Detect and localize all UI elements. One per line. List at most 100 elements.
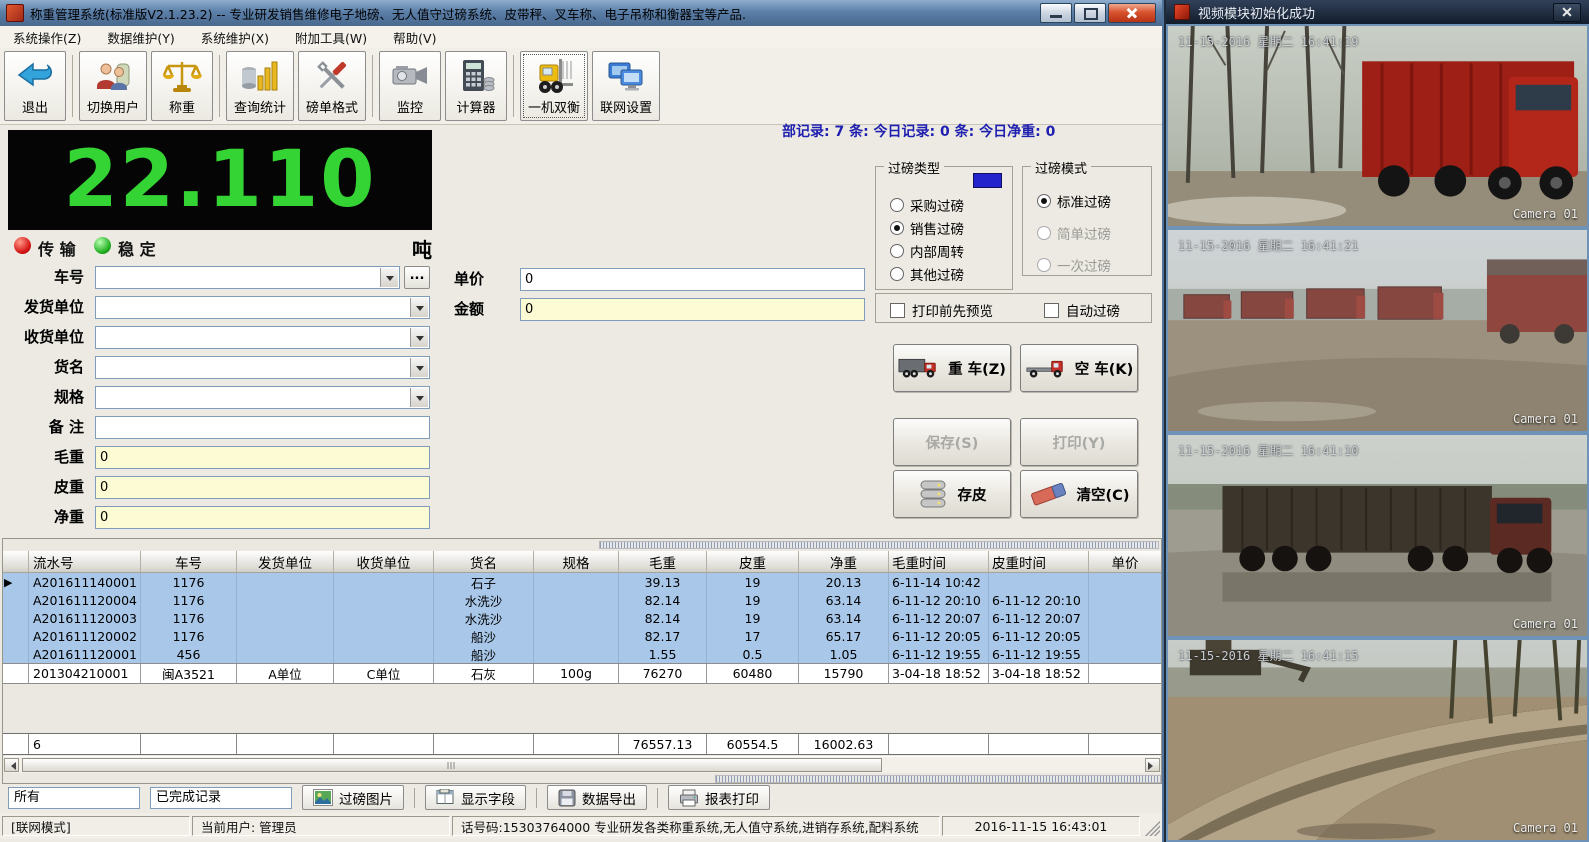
menu-data[interactable]: 数据维护(Y) xyxy=(94,25,187,50)
store-tare-button[interactable]: 存皮 xyxy=(893,470,1011,518)
table-bottom-scrollbar[interactable] xyxy=(715,775,1161,783)
column-header[interactable]: 规格 xyxy=(534,551,619,573)
table-row[interactable]: A2016111200021176船沙82.171765.176-11-12 2… xyxy=(3,627,1161,645)
chevron-down-icon[interactable] xyxy=(410,358,428,377)
camera-feed-2[interactable]: 11-15-2016 星期二 16:41:21 Camera 01 xyxy=(1166,228,1589,433)
menu-tools[interactable]: 附加工具(W) xyxy=(282,25,380,50)
radio-sale[interactable]: 销售过磅 xyxy=(890,218,964,238)
column-header[interactable]: 净重 xyxy=(799,551,889,573)
column-header[interactable]: 收货单位 xyxy=(334,551,434,573)
camera-feed-1[interactable]: 11-15-2016 星期二 16:41:19 Camera 01 xyxy=(1166,24,1589,228)
toolbar: 退出 切换用户 xyxy=(0,48,1162,125)
horizontal-scrollbar[interactable] xyxy=(4,756,1160,773)
network-settings-button[interactable]: 联网设置 xyxy=(592,51,660,121)
column-header[interactable]: 车号 xyxy=(141,551,237,573)
data-export-button[interactable]: 数据导出 xyxy=(547,785,647,810)
weigh-button[interactable]: 称重 xyxy=(151,51,213,121)
gross-weight-input[interactable] xyxy=(95,446,430,469)
column-header[interactable]: 毛重 xyxy=(619,551,707,573)
chevron-down-icon[interactable] xyxy=(410,388,428,407)
status-datetime: 2016-11-15 16:43:01 xyxy=(942,816,1140,836)
column-header[interactable]: 货名 xyxy=(434,551,534,573)
weigh-mode-group: 过磅模式 标准过磅 简单过磅 一次过磅 xyxy=(1022,166,1152,276)
column-header[interactable]: 皮重 xyxy=(707,551,799,573)
table-row[interactable]: A201611120001456船沙1.550.51.056-11-12 19:… xyxy=(3,645,1161,663)
save-button[interactable]: 保存(S) xyxy=(893,418,1011,466)
column-header[interactable]: 发货单位 xyxy=(237,551,334,573)
plate-combo[interactable] xyxy=(95,266,400,289)
net-weight-input[interactable] xyxy=(95,506,430,529)
amount-input[interactable] xyxy=(520,298,865,321)
radio-internal[interactable]: 内部周转 xyxy=(890,241,964,261)
scope-filter-select[interactable]: 所有 xyxy=(8,787,140,809)
radio-other[interactable]: 其他过磅 xyxy=(890,264,964,284)
monitor-button[interactable]: 监控 xyxy=(379,51,441,121)
scroll-right-icon[interactable] xyxy=(1145,758,1160,772)
receiver-combo[interactable] xyxy=(95,326,430,349)
spec-combo[interactable] xyxy=(95,386,430,409)
clear-button[interactable]: 清空(C) xyxy=(1020,470,1138,518)
resize-grip[interactable] xyxy=(1142,816,1160,836)
preview-print-checkbox[interactable]: 打印前先预览 xyxy=(890,300,993,320)
query-stats-button[interactable]: 查询统计 xyxy=(226,51,294,121)
row-indicator xyxy=(3,664,29,683)
tare-weight-input[interactable] xyxy=(95,476,430,499)
table-cell: 水洗沙 xyxy=(434,609,534,627)
export-disk-icon xyxy=(558,789,576,807)
menu-maintenance[interactable]: 系统维护(X) xyxy=(188,25,282,50)
radio-once[interactable]: 一次过磅 xyxy=(1037,255,1111,275)
show-fields-button[interactable]: 显示字段 xyxy=(425,785,526,810)
auto-weigh-checkbox[interactable]: 自动过磅 xyxy=(1044,300,1120,320)
table-cell: 水洗沙 xyxy=(434,591,534,609)
empty-truck-button[interactable]: 空 车(K) xyxy=(1020,344,1138,392)
tools-icon xyxy=(312,54,352,97)
note-input[interactable] xyxy=(95,416,430,439)
column-header[interactable]: 流水号 xyxy=(29,551,141,573)
table-row[interactable]: 201304210001闽A3521A单位C单位石灰100g7627060480… xyxy=(3,663,1161,684)
weigh-photo-button[interactable]: 过磅图片 xyxy=(302,785,404,810)
heavy-truck-button[interactable]: 重 车(Z) xyxy=(893,344,1011,392)
close-button[interactable] xyxy=(1108,3,1156,23)
table-top-scrollbar[interactable] xyxy=(599,541,1159,549)
radio-icon xyxy=(890,221,904,235)
column-header[interactable]: 毛重时间 xyxy=(889,551,989,573)
radio-purchase[interactable]: 采购过磅 xyxy=(890,195,964,215)
bottom-bar: 所有 已完成记录 过磅图片 显示字段 xyxy=(0,784,1162,811)
ticket-format-button[interactable]: 磅单格式 xyxy=(298,51,366,121)
camera-feed-4[interactable]: 11-15-2016 星期二 16:41:15 Camera 01 xyxy=(1166,638,1589,842)
maximize-button[interactable] xyxy=(1074,3,1106,23)
summary-cell xyxy=(434,734,534,754)
radio-standard[interactable]: 标准过磅 xyxy=(1037,191,1111,211)
calculator-button[interactable]: 计算器 xyxy=(445,51,507,121)
minimize-button[interactable] xyxy=(1040,3,1072,23)
menu-system[interactable]: 系统操作(Z) xyxy=(0,25,94,50)
scroll-left-icon[interactable] xyxy=(4,758,19,772)
print-button[interactable]: 打印(Y) xyxy=(1020,418,1138,466)
video-title: 视频模块初始化成功 xyxy=(1198,3,1553,22)
price-input[interactable] xyxy=(520,268,865,291)
table-row[interactable]: ▶A2016111400011176石子39.131920.136-11-14 … xyxy=(3,573,1161,591)
column-header[interactable]: 单价 xyxy=(1089,551,1161,573)
sender-combo[interactable] xyxy=(95,296,430,319)
menu-help[interactable]: 帮助(V) xyxy=(380,25,449,50)
goods-label: 货名 xyxy=(0,356,84,379)
video-close-icon[interactable] xyxy=(1553,3,1581,22)
radio-simple[interactable]: 简单过磅 xyxy=(1037,223,1111,243)
column-header[interactable]: 皮重时间 xyxy=(989,551,1089,573)
table-row[interactable]: A2016111200041176水洗沙82.141963.146-11-12 … xyxy=(3,591,1161,609)
exit-button[interactable]: 退出 xyxy=(4,51,66,121)
table-row[interactable]: A2016111200031176水洗沙82.141963.146-11-12 … xyxy=(3,609,1161,627)
radio-icon xyxy=(1037,258,1051,272)
chevron-down-icon[interactable] xyxy=(380,268,398,287)
goods-combo[interactable] xyxy=(95,356,430,379)
status-filter-select[interactable]: 已完成记录 xyxy=(150,787,292,809)
dual-scale-button[interactable]: 一机双衡 xyxy=(520,51,588,121)
chevron-down-icon[interactable] xyxy=(410,328,428,347)
switch-user-button[interactable]: 切换用户 xyxy=(79,51,147,121)
table-cell xyxy=(534,573,619,591)
toolbar-separator xyxy=(72,55,73,117)
table-cell xyxy=(989,573,1089,591)
report-print-button[interactable]: 报表打印 xyxy=(668,785,770,810)
camera-feed-3[interactable]: 11-15-2016 星期二 16:41:10 Camera 01 xyxy=(1166,433,1589,638)
scrollbar-thumb[interactable] xyxy=(22,758,882,772)
